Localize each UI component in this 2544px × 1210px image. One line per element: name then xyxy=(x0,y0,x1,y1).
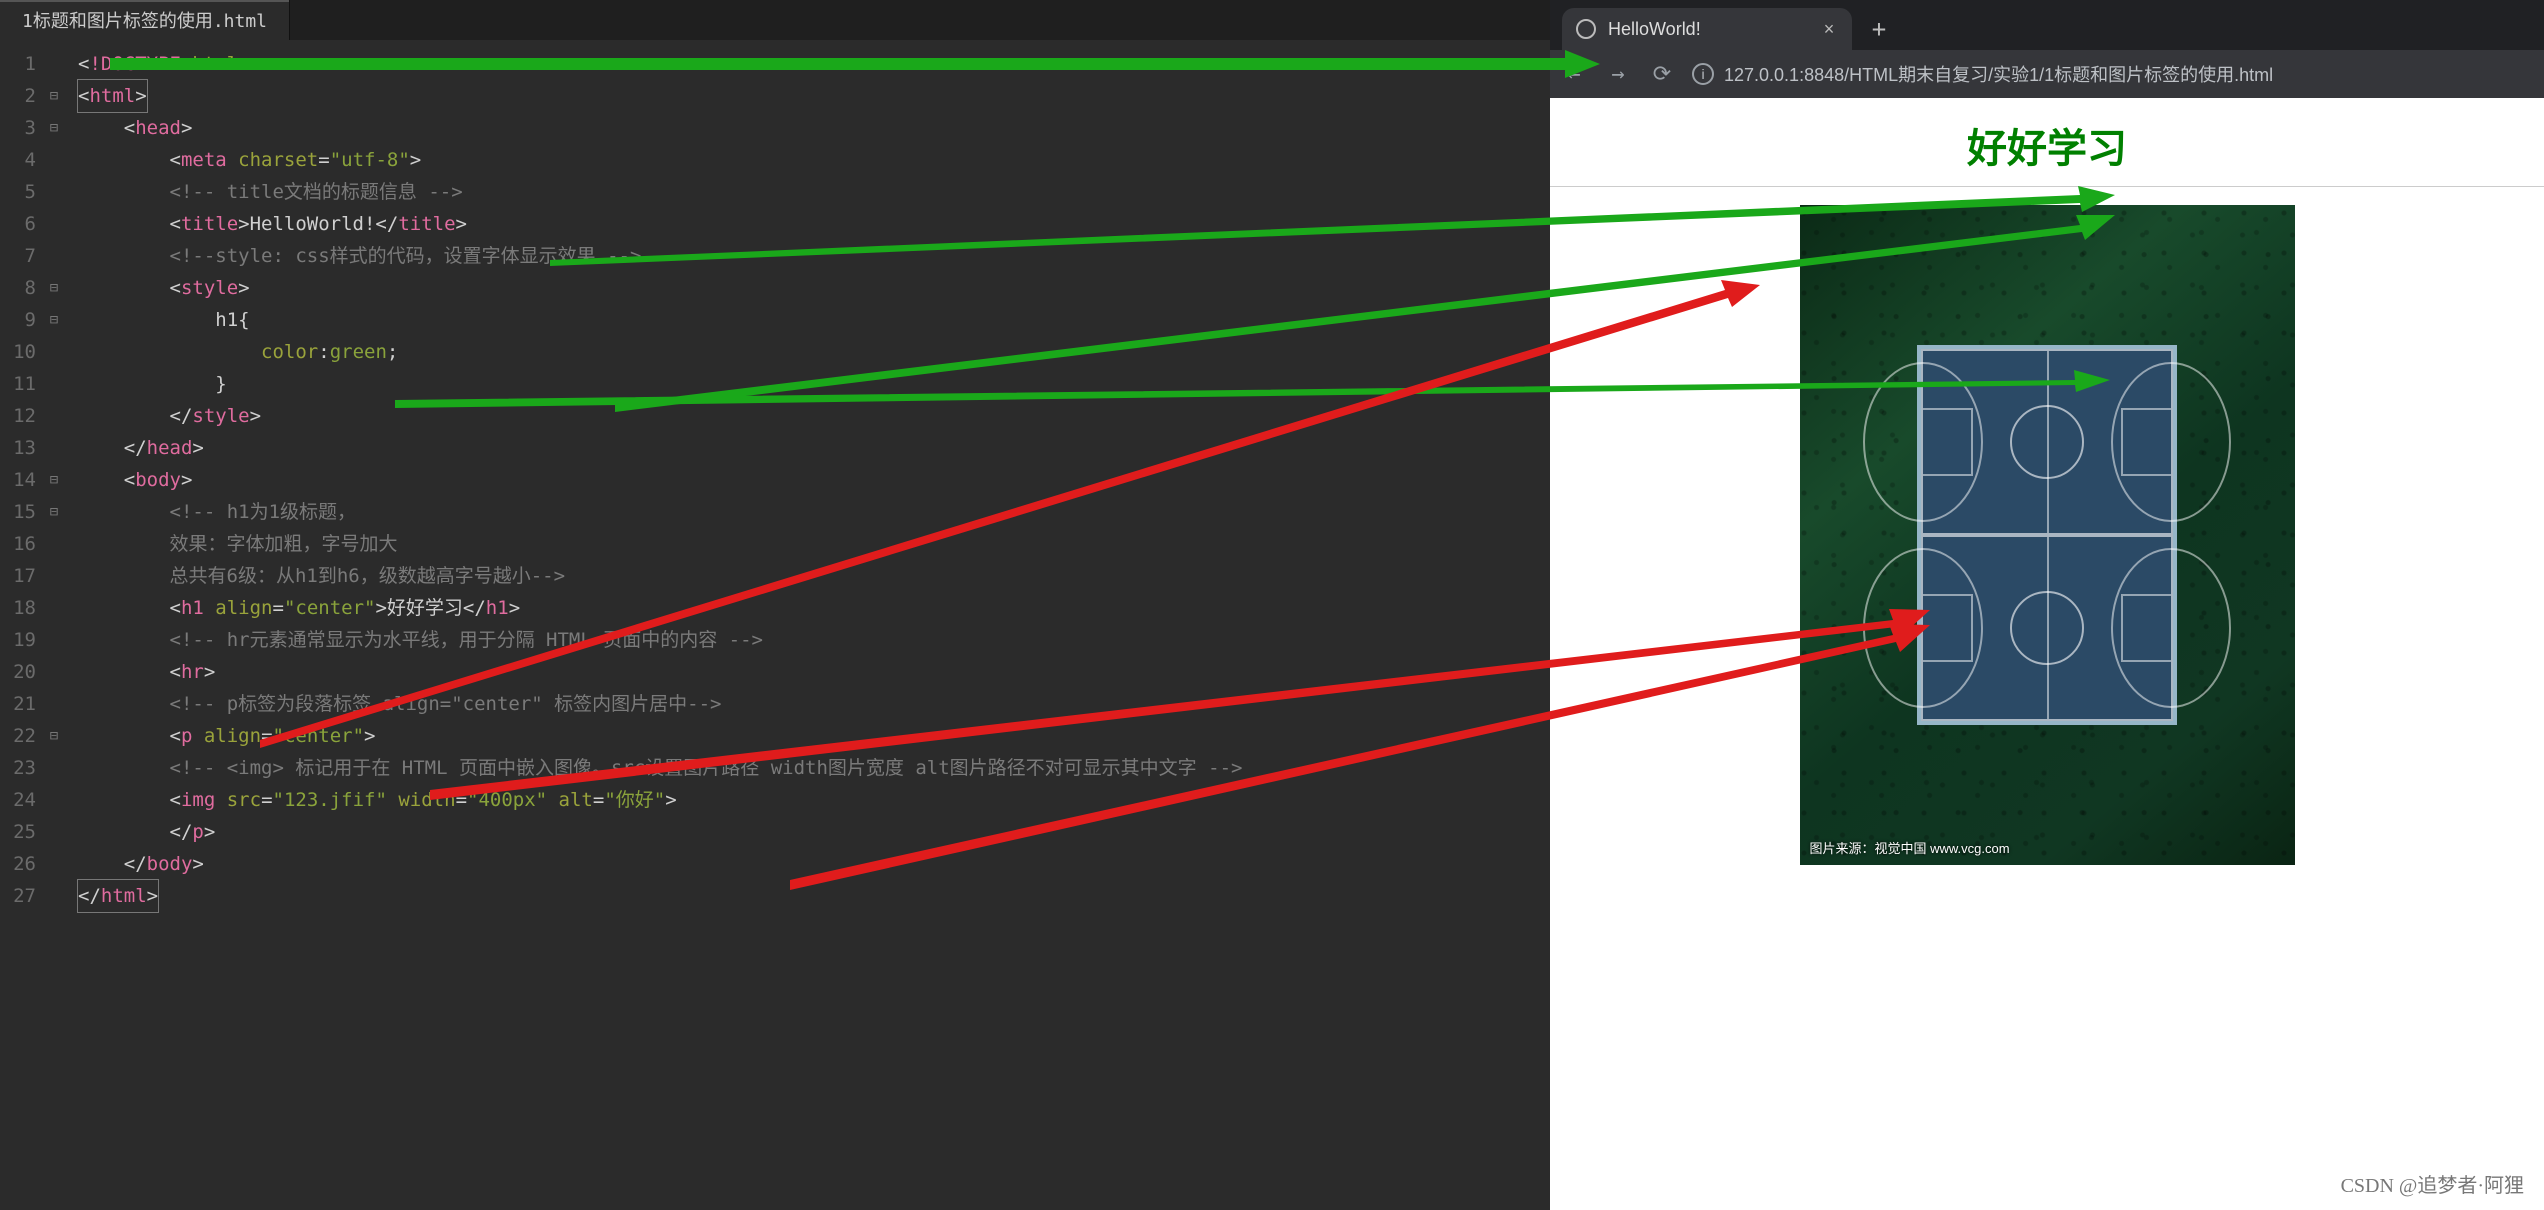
fold-gutter: ⊟⊟⊟⊟⊟⊟⊟ xyxy=(42,40,66,1210)
browser-tab-active[interactable]: HelloWorld! × xyxy=(1562,8,1852,50)
site-info-icon[interactable]: i xyxy=(1692,63,1714,85)
globe-icon xyxy=(1576,19,1596,39)
reload-icon[interactable]: ⟳ xyxy=(1648,62,1676,87)
editor-tabbar: 1标题和图片标签的使用.html xyxy=(0,0,1550,40)
horizontal-rule xyxy=(1550,186,2544,187)
back-icon[interactable]: ← xyxy=(1560,62,1588,87)
code-content[interactable]: <!DOCTYPE html><html> <head> <meta chars… xyxy=(66,40,1550,1210)
new-tab-button[interactable]: + xyxy=(1858,8,1900,50)
browser-tab-title: HelloWorld! xyxy=(1608,19,1808,40)
url-text: 127.0.0.1:8848/HTML期末自复习/实验1/1标题和图片标签的使用… xyxy=(1724,61,2273,87)
browser-toolbar: ← → ⟳ i 127.0.0.1:8848/HTML期末自复习/实验1/1标题… xyxy=(1550,50,2544,98)
csdn-watermark: CSDN @追梦者·阿狸 xyxy=(2341,1169,2524,1198)
browser-pane: HelloWorld! × + ← → ⟳ i 127.0.0.1:8848/H… xyxy=(1550,0,2544,1210)
code-area[interactable]: 1234567891011121314151617181920212223242… xyxy=(0,40,1550,1210)
image-paragraph: 图片来源：视觉中国 www.vcg.com xyxy=(1550,205,2544,870)
code-editor-pane: 1标题和图片标签的使用.html 12345678910111213141516… xyxy=(0,0,1550,1210)
editor-tab-title: 1标题和图片标签的使用.html xyxy=(22,7,267,33)
page-heading: 好好学习 xyxy=(1550,116,2544,174)
address-bar[interactable]: i 127.0.0.1:8848/HTML期末自复习/实验1/1标题和图片标签的… xyxy=(1692,57,2534,91)
browser-tabstrip: HelloWorld! × + xyxy=(1550,0,2544,50)
close-icon[interactable]: × xyxy=(1820,20,1838,38)
forward-icon[interactable]: → xyxy=(1604,62,1632,87)
image-watermark: 图片来源：视觉中国 www.vcg.com xyxy=(1810,838,2010,857)
rendered-page: 好好学习 图片来源：视觉中国 www.vcg.com xyxy=(1550,98,2544,1210)
line-number-gutter: 1234567891011121314151617181920212223242… xyxy=(0,40,42,1210)
aerial-court-image: 图片来源：视觉中国 www.vcg.com xyxy=(1800,205,2295,865)
editor-tab-active[interactable]: 1标题和图片标签的使用.html xyxy=(0,0,290,40)
